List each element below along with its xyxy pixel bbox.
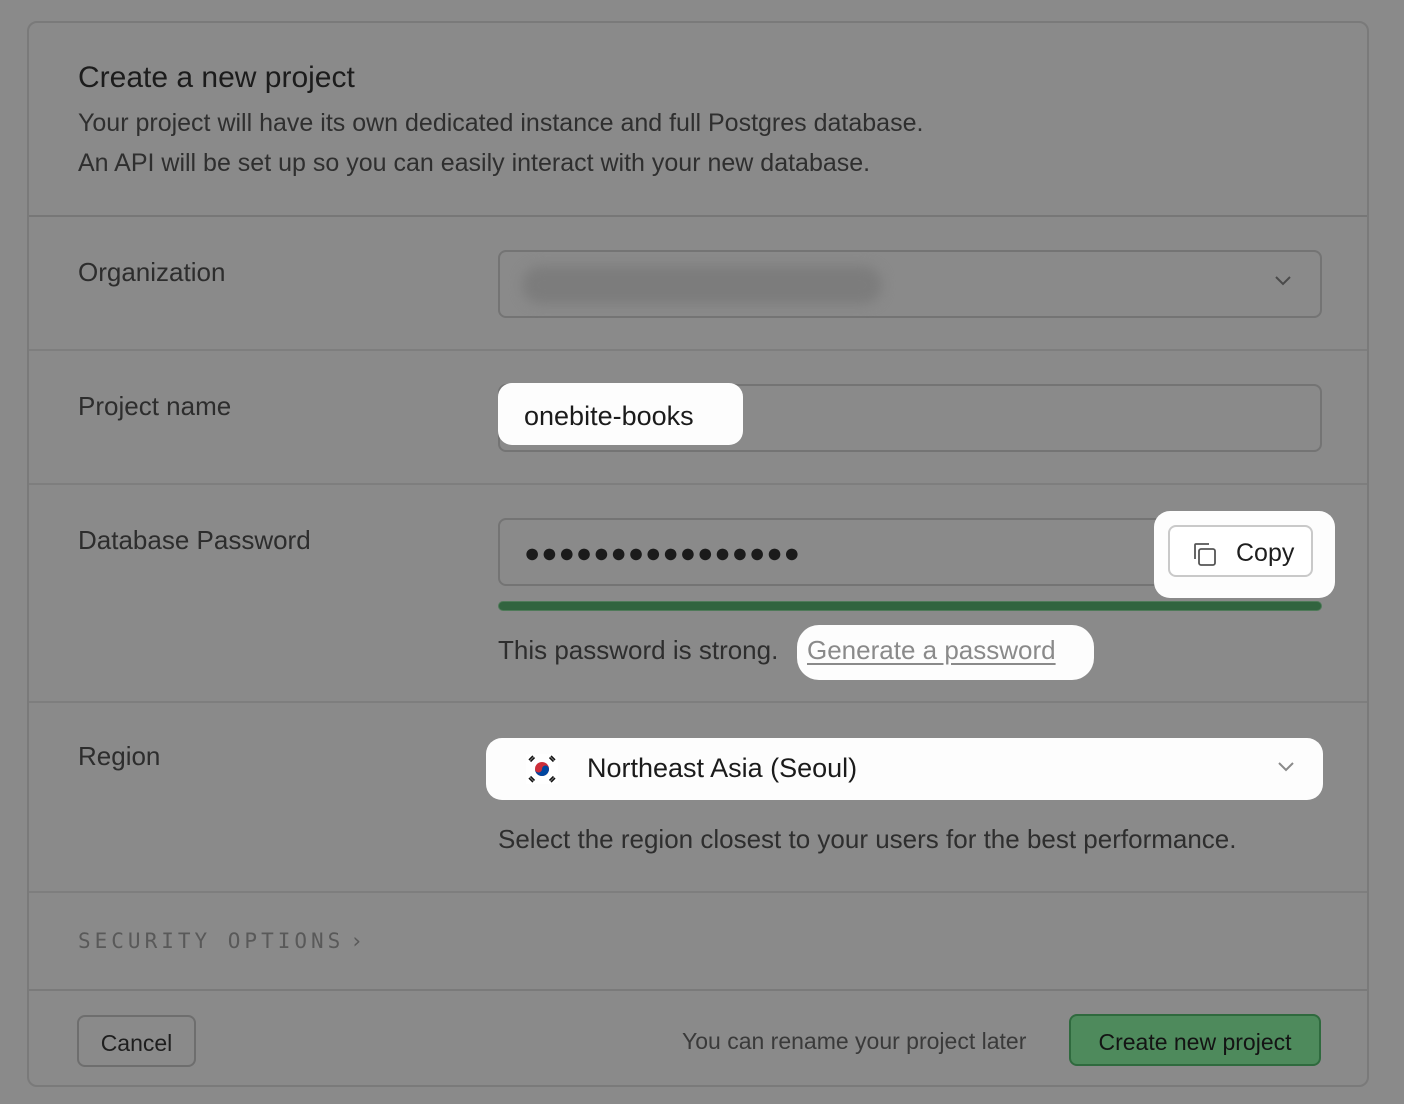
organization-select[interactable] <box>498 250 1322 318</box>
chevron-right-icon: › <box>350 929 367 953</box>
generate-password-link[interactable]: Generate a password <box>807 635 1056 666</box>
database-password-label: Database Password <box>78 525 311 555</box>
organization-row: Organization <box>29 217 1367 351</box>
create-project-button-label: Create new project <box>1098 1029 1292 1055</box>
rename-note: You can rename your project later <box>682 1028 1027 1054</box>
chevron-down-icon <box>1274 274 1291 290</box>
dialog-title: Create a new project <box>78 61 355 94</box>
password-strength-bar <box>498 601 1322 611</box>
copy-icon <box>1190 540 1218 568</box>
create-project-dialog: Create a new project Your project will h… <box>27 21 1369 1087</box>
copy-button-highlight: Copy <box>1154 511 1335 598</box>
dialog-description-line2: An API will be set up so you can easily … <box>78 149 871 177</box>
cancel-button[interactable]: Cancel <box>77 1015 196 1067</box>
create-project-button[interactable]: Create new project <box>1069 1014 1321 1066</box>
organization-label: Organization <box>78 257 226 287</box>
region-help-text: Select the region closest to your users … <box>498 824 1237 854</box>
south-korea-flag-icon <box>526 754 558 784</box>
region-select[interactable]: Northeast Asia (Seoul) <box>486 738 1323 800</box>
project-name-value-highlight[interactable]: onebite-books <box>498 383 743 445</box>
security-options-label: SECURITY OPTIONS <box>78 929 345 953</box>
dialog-footer: Cancel You can rename your project later… <box>29 989 1367 1085</box>
password-masked-value: ●●●●●●●●●●●●●●●● <box>524 538 801 568</box>
dialog-header: Create a new project Your project will h… <box>29 23 1367 217</box>
copy-button-label: Copy <box>1236 539 1295 567</box>
project-name-value: onebite-books <box>524 401 694 431</box>
chevron-down-icon <box>1277 760 1294 776</box>
region-selected-value: Northeast Asia (Seoul) <box>587 753 858 783</box>
generate-password-highlight: Generate a password <box>797 625 1094 680</box>
password-strength-text: This password is strong. <box>498 635 779 665</box>
region-label: Region <box>78 741 161 771</box>
security-options-toggle[interactable]: SECURITY OPTIONS › <box>78 929 367 953</box>
project-name-label: Project name <box>78 391 232 421</box>
copy-password-button[interactable]: Copy <box>1168 525 1313 577</box>
cancel-button-label: Cancel <box>100 1030 173 1056</box>
organization-value-redacted <box>522 266 882 304</box>
dialog-description-line1: Your project will have its own dedicated… <box>78 109 924 137</box>
